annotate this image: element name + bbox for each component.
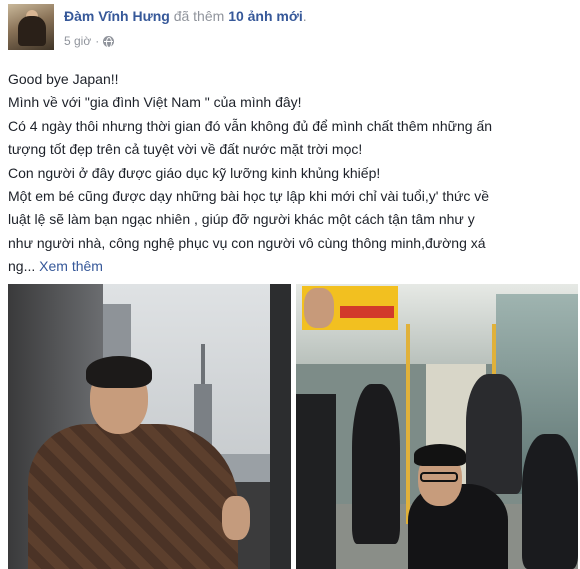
photo-passenger	[296, 394, 336, 569]
post-line: Mình về với "gia đình Việt Nam " của mìn…	[8, 94, 302, 111]
photo-passenger	[466, 374, 522, 494]
author-name-link[interactable]: Đàm Vĩnh Hưng	[64, 8, 170, 24]
photo-count-link[interactable]: 10 ảnh mới	[228, 8, 303, 24]
photo-ad-banner	[340, 306, 394, 318]
photo-ad-face	[304, 288, 334, 328]
photo-window-view[interactable]	[8, 284, 291, 569]
post-line: Con người ở đây được giáo dục kỹ lưỡng k…	[8, 164, 381, 181]
photo-man-hair	[414, 444, 466, 466]
photo-passenger	[352, 384, 400, 544]
photo-man-glasses	[420, 472, 458, 482]
post-line: Có 4 ngày thôi nhưng thời gian đó vẫn kh…	[8, 117, 493, 134]
post-line: luật lệ sẽ làm bạn ngạc nhiên , giúp đỡ …	[8, 211, 475, 228]
photo-person-hand	[222, 496, 250, 540]
photo-window-frame	[270, 284, 291, 569]
photo-tower-spire	[201, 344, 205, 386]
post-line: Một em bé cũng được dạy những bài học tự…	[8, 188, 490, 205]
photo-train-interior[interactable]	[296, 284, 578, 569]
author-avatar[interactable]	[8, 4, 54, 50]
globe-icon[interactable]	[103, 35, 115, 48]
see-more-link[interactable]: Xem thêm	[39, 258, 103, 274]
facebook-post: Đàm Vĩnh Hưng đã thêm 10 ảnh mới. 5 giờ …	[0, 0, 580, 569]
photo-passenger	[522, 434, 578, 569]
avatar-figure	[18, 16, 46, 46]
post-title-line: Đàm Vĩnh Hưng đã thêm 10 ảnh mới.	[64, 8, 307, 24]
truncated-text: ng...	[8, 258, 36, 275]
post-line: tượng tốt đẹp trên cả tuyệt vời về đất n…	[8, 141, 363, 158]
post-line: như người nhà, công nghệ phục vụ con ngư…	[8, 234, 486, 251]
post-timestamp[interactable]: 5 giờ	[64, 34, 91, 48]
post-meta: 5 giờ ·	[64, 34, 115, 48]
photo-person-hair	[86, 356, 152, 388]
action-prefix: đã thêm	[169, 8, 229, 24]
post-line: Good bye Japan!!	[8, 71, 119, 87]
action-suffix: .	[302, 8, 307, 24]
post-body: Good bye Japan!! Mình về với "gia đình V…	[8, 68, 574, 279]
meta-separator: ·	[95, 34, 100, 48]
photo-handrail-pole	[406, 324, 410, 524]
photo-person-scarf	[28, 424, 238, 569]
post-line-last: ng... Xem thêm	[8, 255, 574, 278]
post-header: Đàm Vĩnh Hưng đã thêm 10 ảnh mới. 5 giờ …	[8, 4, 568, 54]
